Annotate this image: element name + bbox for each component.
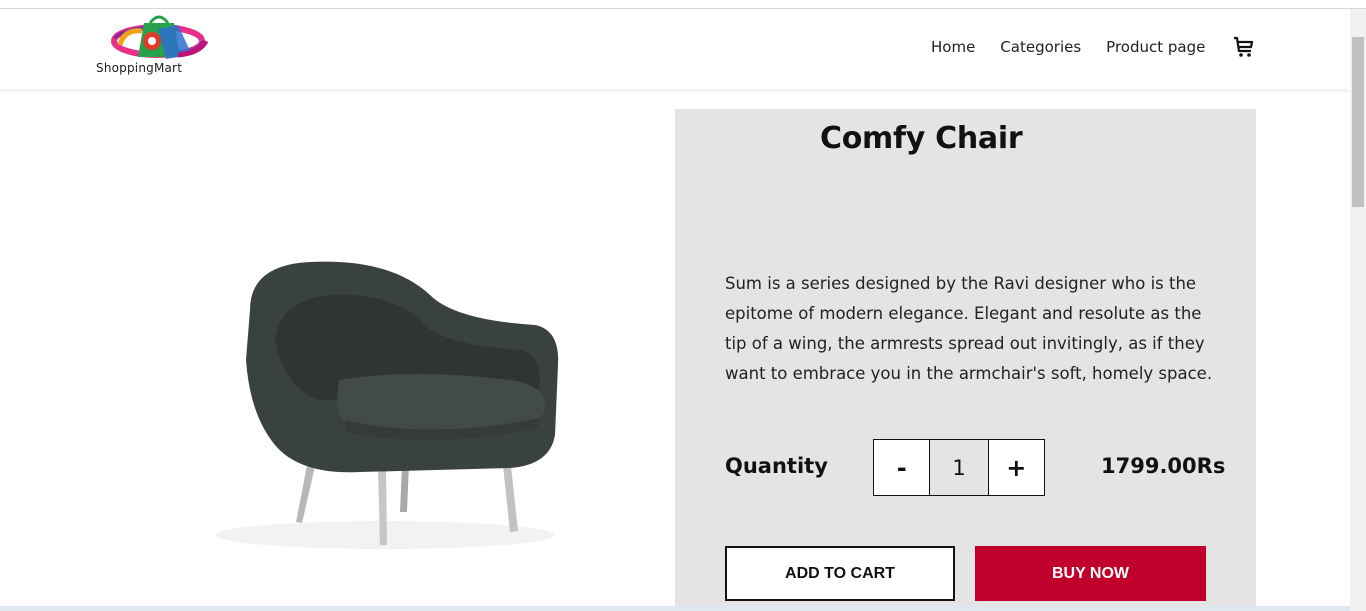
cart-icon[interactable] — [1232, 35, 1256, 59]
logo-text: ShoppingMart — [96, 61, 183, 75]
increment-button[interactable]: + — [988, 440, 1044, 495]
quantity-stepper: - 1 + — [873, 439, 1045, 496]
browser-top-edge — [0, 0, 1366, 9]
quantity-value: 1 — [929, 440, 989, 495]
logo-graphic — [111, 15, 209, 59]
decrement-button[interactable]: - — [874, 440, 930, 495]
vertical-scrollbar[interactable] — [1350, 9, 1366, 611]
product-price: 1799.00Rs — [1101, 454, 1226, 478]
nav-product-page[interactable]: Product page — [1106, 36, 1205, 58]
nav-links: Home Categories Product page — [931, 36, 1205, 58]
bottom-edge — [0, 606, 1350, 611]
nav-categories[interactable]: Categories — [1000, 36, 1081, 58]
nav-home[interactable]: Home — [931, 36, 975, 58]
product-image — [180, 250, 580, 560]
product-description: Sum is a series designed by the Ravi des… — [725, 274, 1213, 383]
scrollbar-thumb[interactable] — [1352, 37, 1364, 207]
quantity-label: Quantity — [725, 454, 828, 478]
buy-now-button[interactable]: BUY NOW — [975, 546, 1206, 601]
product-details-panel: Comfy Chair Sum is a series designed by … — [675, 109, 1256, 611]
logo[interactable]: ShoppingMart — [96, 11, 231, 77]
navbar: ShoppingMart Home Categories Product pag… — [0, 9, 1350, 89]
product-title: Comfy Chair — [820, 121, 1023, 156]
add-to-cart-button[interactable]: ADD TO CART — [725, 546, 955, 601]
